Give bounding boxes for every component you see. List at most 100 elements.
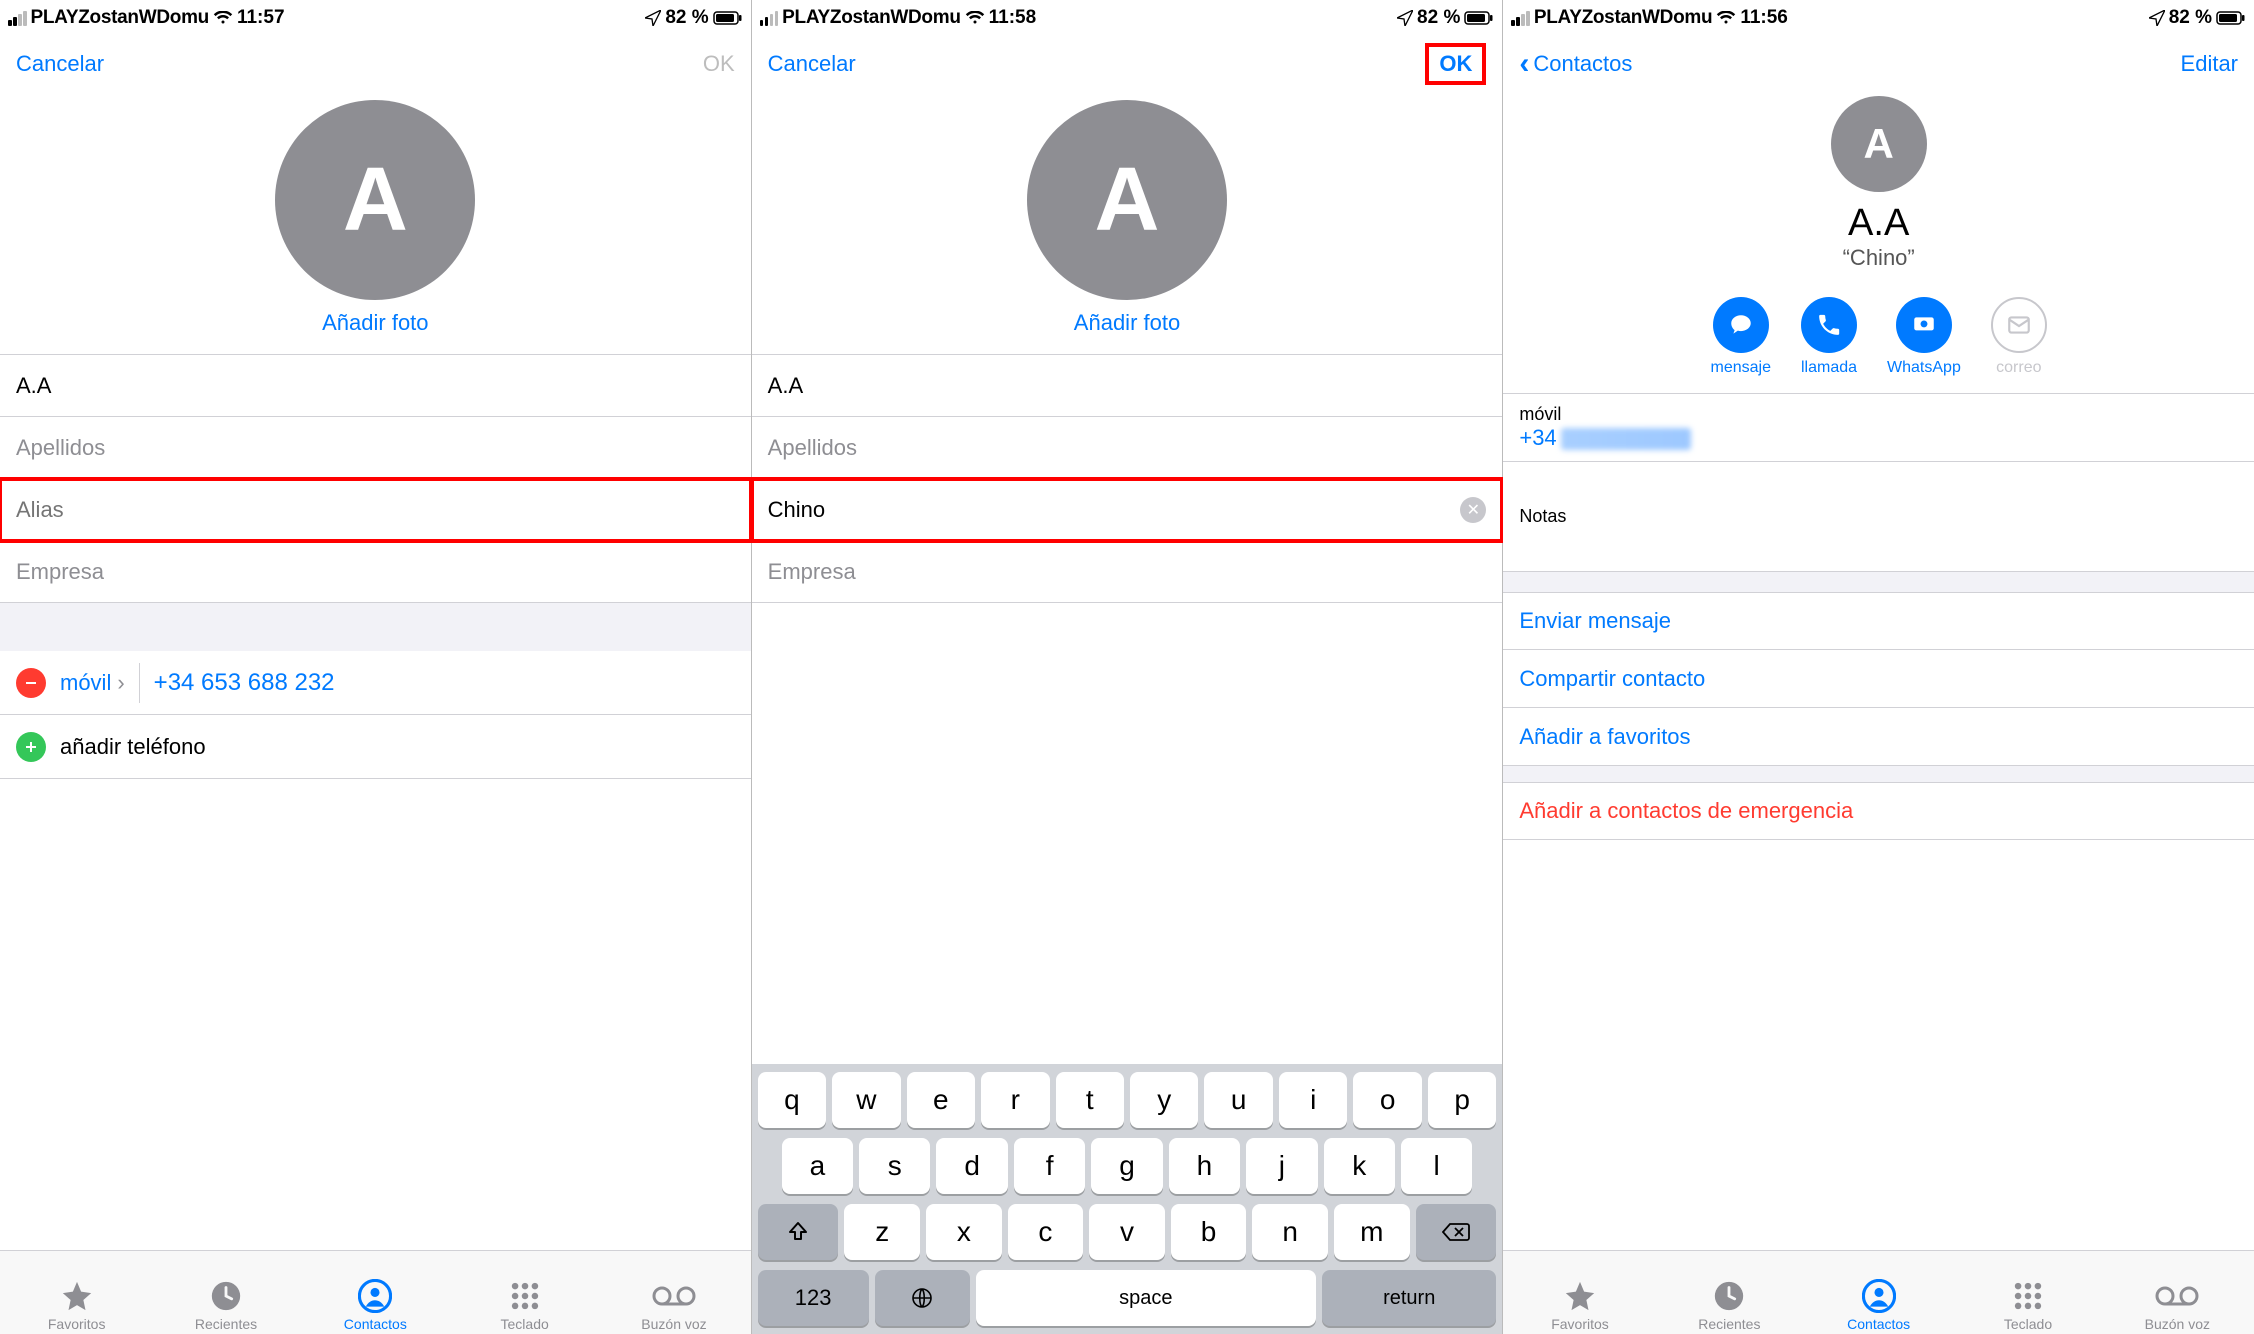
add-photo-button[interactable]: Añadir foto [322,310,428,336]
contact-hero: A A.A “Chino” [1503,92,2254,289]
company-field[interactable]: Empresa [752,541,1503,603]
key-x[interactable]: x [926,1204,1002,1260]
alias-input[interactable] [16,497,735,523]
shift-key[interactable] [758,1204,839,1260]
ok-button[interactable]: OK [1425,43,1486,85]
key-d[interactable]: d [936,1138,1007,1194]
last-name-placeholder: Apellidos [16,435,105,461]
key-u[interactable]: u [1204,1072,1272,1128]
location-icon [645,10,661,26]
tab-keypad[interactable]: Teclado [450,1278,599,1332]
add-photo-button[interactable]: Añadir foto [1074,310,1180,336]
key-r[interactable]: r [981,1072,1049,1128]
keyboard-row-3: zxcvbnm [758,1204,1497,1260]
add-phone-row[interactable]: añadir teléfono [0,715,751,779]
battery-label: 82 % [665,7,708,29]
first-name-field[interactable]: A.A [752,355,1503,417]
tab-contacts[interactable]: Contactos [301,1278,450,1332]
alias-field[interactable]: ✕ [752,479,1503,541]
tab-keypad[interactable]: Teclado [1953,1278,2102,1332]
return-key[interactable]: return [1322,1270,1496,1326]
key-q[interactable]: q [758,1072,826,1128]
space-key[interactable]: space [976,1270,1317,1326]
key-j[interactable]: j [1246,1138,1317,1194]
alias-field[interactable] [0,479,751,541]
remove-phone-icon[interactable] [16,668,46,698]
key-t[interactable]: t [1056,1072,1124,1128]
key-m[interactable]: m [1334,1204,1410,1260]
clock-label: 11:57 [237,7,285,29]
key-g[interactable]: g [1091,1138,1162,1194]
cancel-button[interactable]: Cancelar [16,51,104,77]
edit-button[interactable]: Editar [2181,51,2238,77]
tab-voicemail[interactable]: Buzón voz [599,1278,748,1332]
last-name-field[interactable]: Apellidos [0,417,751,479]
key-e[interactable]: e [907,1072,975,1128]
action-whatsapp[interactable]: WhatsApp [1887,297,1961,377]
cellular-signal-icon [1511,11,1530,26]
add-favorites-row[interactable]: Añadir a favoritos [1503,708,2254,766]
globe-key[interactable] [875,1270,970,1326]
clear-text-icon[interactable]: ✕ [1460,497,1486,523]
key-s[interactable]: s [859,1138,930,1194]
carrier-label: PLAYZostanWDomu [782,7,960,29]
key-v[interactable]: v [1089,1204,1165,1260]
key-i[interactable]: i [1279,1072,1347,1128]
ok-button[interactable]: OK [703,51,735,77]
tab-voicemail[interactable]: Buzón voz [2103,1278,2252,1332]
wifi-icon [965,11,985,25]
tab-contacts[interactable]: Contactos [1804,1278,1953,1332]
key-k[interactable]: k [1324,1138,1395,1194]
key-p[interactable]: p [1428,1072,1496,1128]
status-bar: PLAYZostanWDomu 11:58 82 % [752,0,1503,36]
key-c[interactable]: c [1008,1204,1084,1260]
star-icon [60,1278,94,1314]
wifi-icon [1716,11,1736,25]
cancel-button[interactable]: Cancelar [768,51,856,77]
key-b[interactable]: b [1171,1204,1247,1260]
key-y[interactable]: y [1130,1072,1198,1128]
chevron-right-icon: › [117,670,124,696]
action-message[interactable]: mensaje [1711,297,1771,377]
key-a[interactable]: a [782,1138,853,1194]
contact-avatar[interactable]: A [1027,100,1227,300]
add-phone-icon[interactable] [16,732,46,762]
last-name-field[interactable]: Apellidos [752,417,1503,479]
tab-favorites[interactable]: Favoritos [1505,1278,1654,1332]
tab-favorites[interactable]: Favoritos [2,1278,151,1332]
tab-recents[interactable]: Recientes [1655,1278,1804,1332]
phone-detail-row[interactable]: móvil +34 [1503,393,2254,462]
phone-row[interactable]: móvil› +34 653 688 232 [0,651,751,715]
status-bar: PLAYZostanWDomu 11:57 82 % [0,0,751,36]
clock-icon [209,1278,243,1314]
key-z[interactable]: z [844,1204,920,1260]
battery-label: 82 % [2169,7,2212,29]
phone-number[interactable]: +34 653 688 232 [154,669,335,697]
tab-recents[interactable]: Recientes [151,1278,300,1332]
send-message-row[interactable]: Enviar mensaje [1503,592,2254,650]
share-contact-row[interactable]: Compartir contacto [1503,650,2254,708]
notes-label: Notas [1519,506,1566,527]
key-h[interactable]: h [1169,1138,1240,1194]
add-emergency-row[interactable]: Añadir a contactos de emergencia [1503,782,2254,840]
notes-row[interactable]: Notas [1503,462,2254,572]
cellular-signal-icon [8,11,27,26]
clock-icon [1712,1278,1746,1314]
backspace-key[interactable] [1416,1204,1497,1260]
mail-icon [1991,297,2047,353]
key-w[interactable]: w [832,1072,900,1128]
back-button[interactable]: ‹ Contactos [1519,47,1632,81]
alias-input[interactable] [768,497,1461,523]
key-l[interactable]: l [1401,1138,1472,1194]
key-n[interactable]: n [1252,1204,1328,1260]
voicemail-icon [652,1278,696,1314]
first-name-field[interactable]: A.A [0,355,751,417]
action-call[interactable]: llamada [1801,297,1857,377]
phone-type-selector[interactable]: móvil› [60,670,125,696]
contact-avatar[interactable]: A [275,100,475,300]
key-f[interactable]: f [1014,1138,1085,1194]
company-field[interactable]: Empresa [0,541,751,603]
numbers-key[interactable]: 123 [758,1270,869,1326]
key-o[interactable]: o [1353,1072,1421,1128]
navbar: ‹ Contactos Editar [1503,36,2254,92]
